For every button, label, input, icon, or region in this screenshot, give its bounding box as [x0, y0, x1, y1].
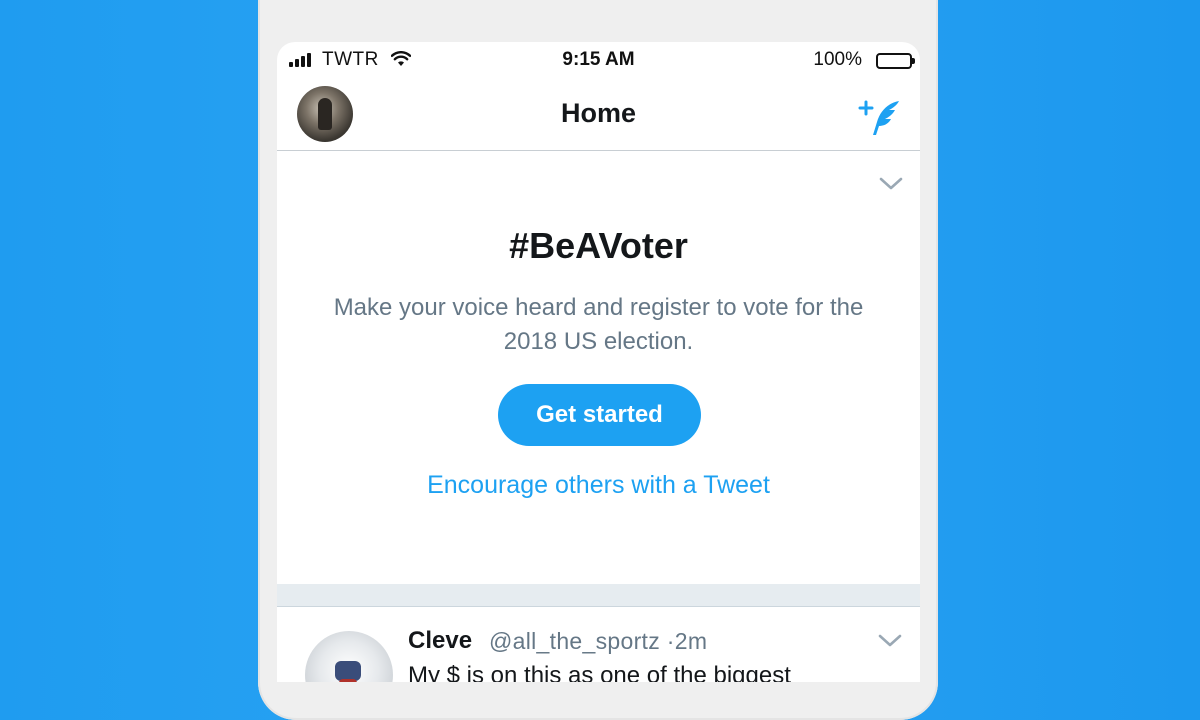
- section-divider: [277, 584, 920, 607]
- prompt-headline: #BeAVoter: [509, 225, 688, 266]
- battery-icon: [876, 53, 915, 69]
- encourage-tweet-link[interactable]: Encourage others with a Tweet: [277, 471, 920, 500]
- voter-prompt-card: #BeAVoter Make your voice heard and regi…: [277, 151, 920, 584]
- tweet-text: My $ is on this as one of the biggest: [408, 662, 791, 682]
- tweet-handle[interactable]: @all_the_sportz: [489, 628, 660, 654]
- compose-tweet-icon[interactable]: [858, 98, 902, 138]
- tweet-author-name[interactable]: Cleve: [408, 627, 472, 655]
- page-title: Home: [560, 98, 636, 128]
- navigation-bar: Home: [277, 80, 920, 151]
- status-bar: TWTR 9:15 AM 100%: [277, 42, 920, 80]
- get-started-button[interactable]: Get started: [498, 384, 701, 446]
- tweet-author-avatar[interactable]: [305, 631, 393, 682]
- chevron-down-icon[interactable]: [879, 177, 903, 191]
- prompt-description: Make your voice heard and register to vo…: [333, 294, 864, 355]
- app-screen: TWTR 9:15 AM 100% Home #BeAVoter Make yo…: [277, 42, 920, 682]
- battery-percent: 100%: [813, 49, 862, 70]
- tweet-item[interactable]: Cleve @all_the_sportz ·2m My $ is on thi…: [277, 607, 920, 682]
- tweet-menu-chevron-icon[interactable]: [878, 634, 902, 648]
- tweet-separator: ·: [666, 628, 675, 654]
- tweet-time: 2m: [674, 628, 708, 654]
- tweet-author-handle: @all_the_sportz ·2m: [489, 628, 707, 655]
